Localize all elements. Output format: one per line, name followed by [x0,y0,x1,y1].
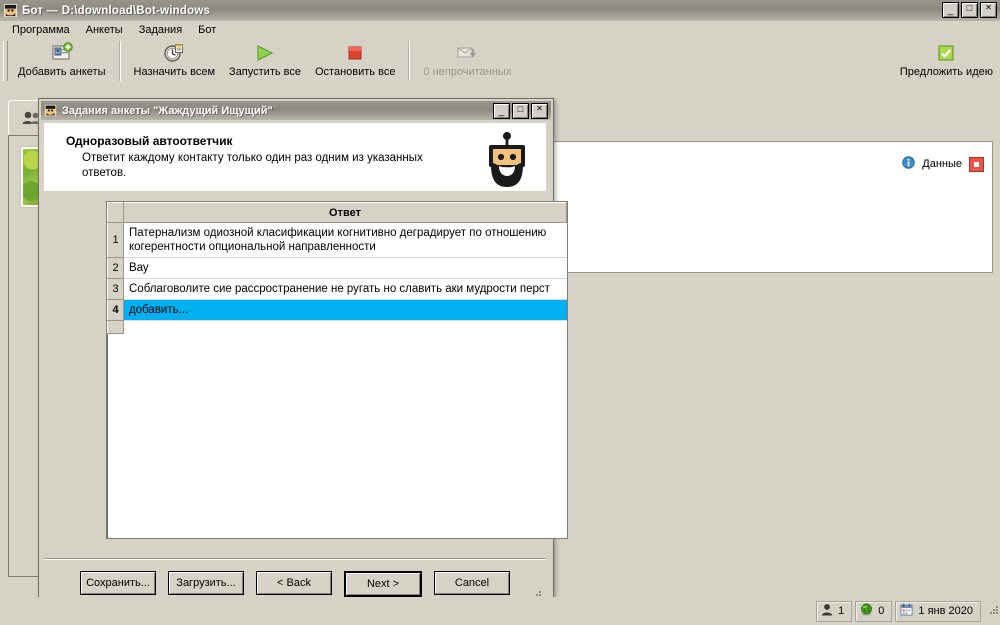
dialog-minimize-button[interactable]: _ [493,103,510,119]
dialog-titlebar: Задания анкеты "Жаждущий Ищущий" _ □ ✕ [41,101,551,120]
save-button[interactable]: Сохранить... [80,571,156,595]
calendar-icon [900,603,913,619]
menu-item-ankety[interactable]: Анкеты [78,22,131,38]
data-panel-label: Данные [922,158,962,170]
grid-column-header-answer: Ответ [123,202,567,223]
data-panel: Данные [536,141,993,273]
toolbar-grip[interactable] [3,41,8,81]
answer-cell[interactable]: Патернализм одиозной класификации когнит… [123,222,567,258]
load-button[interactable]: Загрузить... [168,571,244,595]
toolbar-label: Предложить идею [899,66,993,78]
toolbar-label: Остановить все [315,66,396,78]
dialog-heading: Одноразовый автоответчик [66,134,233,148]
toolbar-suggest-idea-button[interactable]: Предложить идею [893,39,1000,85]
dialog-button-row: Сохранить... Загрузить... < Back Next > … [44,559,546,597]
bot-icon [44,104,57,117]
grid-filler [123,333,567,538]
status-value: 0 [878,605,885,617]
toolbar-start-all-button[interactable]: Запустить все [222,39,308,85]
dialog-body: Ответ 1 Патернализм одиозной класификаци… [44,191,568,558]
window-resize-grip[interactable] [986,604,1000,618]
play-icon [253,41,277,65]
table-row[interactable]: 1 Патернализм одиозной класификации когн… [107,222,567,258]
grid-filler-row [107,333,567,538]
robot-mascot-icon [478,131,536,189]
menu-item-zadaniya[interactable]: Задания [131,22,190,38]
stop-icon [344,41,366,65]
dialog-close-button[interactable]: ✕ [531,103,548,119]
row-number: 1 [107,222,124,258]
dialog-description: Ответит каждому контакту только один раз… [82,152,423,179]
close-box-icon[interactable] [969,156,984,172]
toolbar-label: Назначить всем [133,66,216,78]
close-button[interactable]: ✕ [980,2,997,18]
mail-icon [455,41,479,65]
toolbar-stop-all-button[interactable]: Остановить все [308,39,402,85]
row-number: 2 [107,257,124,279]
grid-header-row: Ответ [107,202,567,223]
row-number: 4 [107,299,124,321]
answer-cell[interactable]: Соблаговолите сие рассространение не руг… [123,278,567,300]
grid-filler [107,333,124,538]
task-wizard-dialog: Задания анкеты "Жаждущий Ищущий" _ □ ✕ О… [38,98,568,608]
grid-filler [123,320,567,334]
status-bar: 1 0 1 янв 2020 [0,597,1000,625]
toolbar-separator [408,41,411,81]
globe-icon [860,603,873,619]
row-number-blank [107,320,124,334]
window-title: Бот — D:\download\Bot-windows [22,4,211,17]
toolbar-label: Добавить анкеты [18,66,106,78]
person-icon [821,603,833,619]
application-window: Бот — D:\download\Bot-windows _ □ ✕ Прог… [0,0,1000,625]
add-contact-card-icon [51,41,73,65]
menu-bar: Программа Анкеты Задания Бот [0,21,1000,40]
cancel-button[interactable]: Cancel [434,571,510,595]
back-button[interactable]: < Back [256,571,332,595]
toolbar-label: Запустить все [229,66,301,78]
answer-cell[interactable]: Вау [123,257,567,279]
data-panel-header: Данные [902,156,984,172]
toolbar-separator [118,41,121,81]
status-value: 1 [838,605,845,617]
status-cell-date[interactable]: 1 янв 2020 [895,600,981,622]
status-value: 1 янв 2020 [918,605,973,617]
row-number: 3 [107,278,124,300]
info-icon [902,156,915,172]
toolbar: Добавить анкеты Назначить всем Запустить… [0,39,1000,87]
window-controls: _ □ ✕ [942,2,997,18]
dialog-maximize-button[interactable]: □ [512,103,529,119]
clock-assign-icon [163,41,185,65]
minimize-button[interactable]: _ [942,2,959,18]
dialog-title: Задания анкеты "Жаждущий Ищущий" [62,104,273,117]
menu-item-bot[interactable]: Бот [190,22,224,38]
table-row[interactable]: 2 Вау [107,257,567,279]
maximize-button[interactable]: □ [961,2,978,18]
status-cell-contacts[interactable]: 1 [816,600,853,622]
dialog-header: Одноразовый автоответчик Ответит каждому… [44,123,546,192]
toolbar-label: 0 непрочитанных [423,66,512,78]
dialog-window-controls: _ □ ✕ [493,103,548,119]
answer-cell-add-new[interactable]: добавить... [123,299,567,321]
toolbar-assign-all-button[interactable]: Назначить всем [127,39,223,85]
status-cell-online[interactable]: 0 [855,600,893,622]
grid-corner-header [107,202,124,223]
grid-empty-row [107,320,567,334]
toolbar-add-forms-button[interactable]: Добавить анкеты [11,39,113,85]
menu-item-programma[interactable]: Программа [4,22,78,38]
green-check-icon [936,41,956,65]
toolbar-unread-indicator: 0 непрочитанных [416,39,518,85]
bot-icon [3,3,18,18]
table-row-selected[interactable]: 4 добавить... [107,299,567,321]
main-titlebar: Бот — D:\download\Bot-windows _ □ ✕ [0,0,1000,21]
answers-grid[interactable]: Ответ 1 Патернализм одиозной класификаци… [106,201,568,539]
table-row[interactable]: 3 Соблаговолите сие рассространение не р… [107,278,567,300]
next-button[interactable]: Next > [344,571,422,597]
right-panel-strip [536,100,991,136]
